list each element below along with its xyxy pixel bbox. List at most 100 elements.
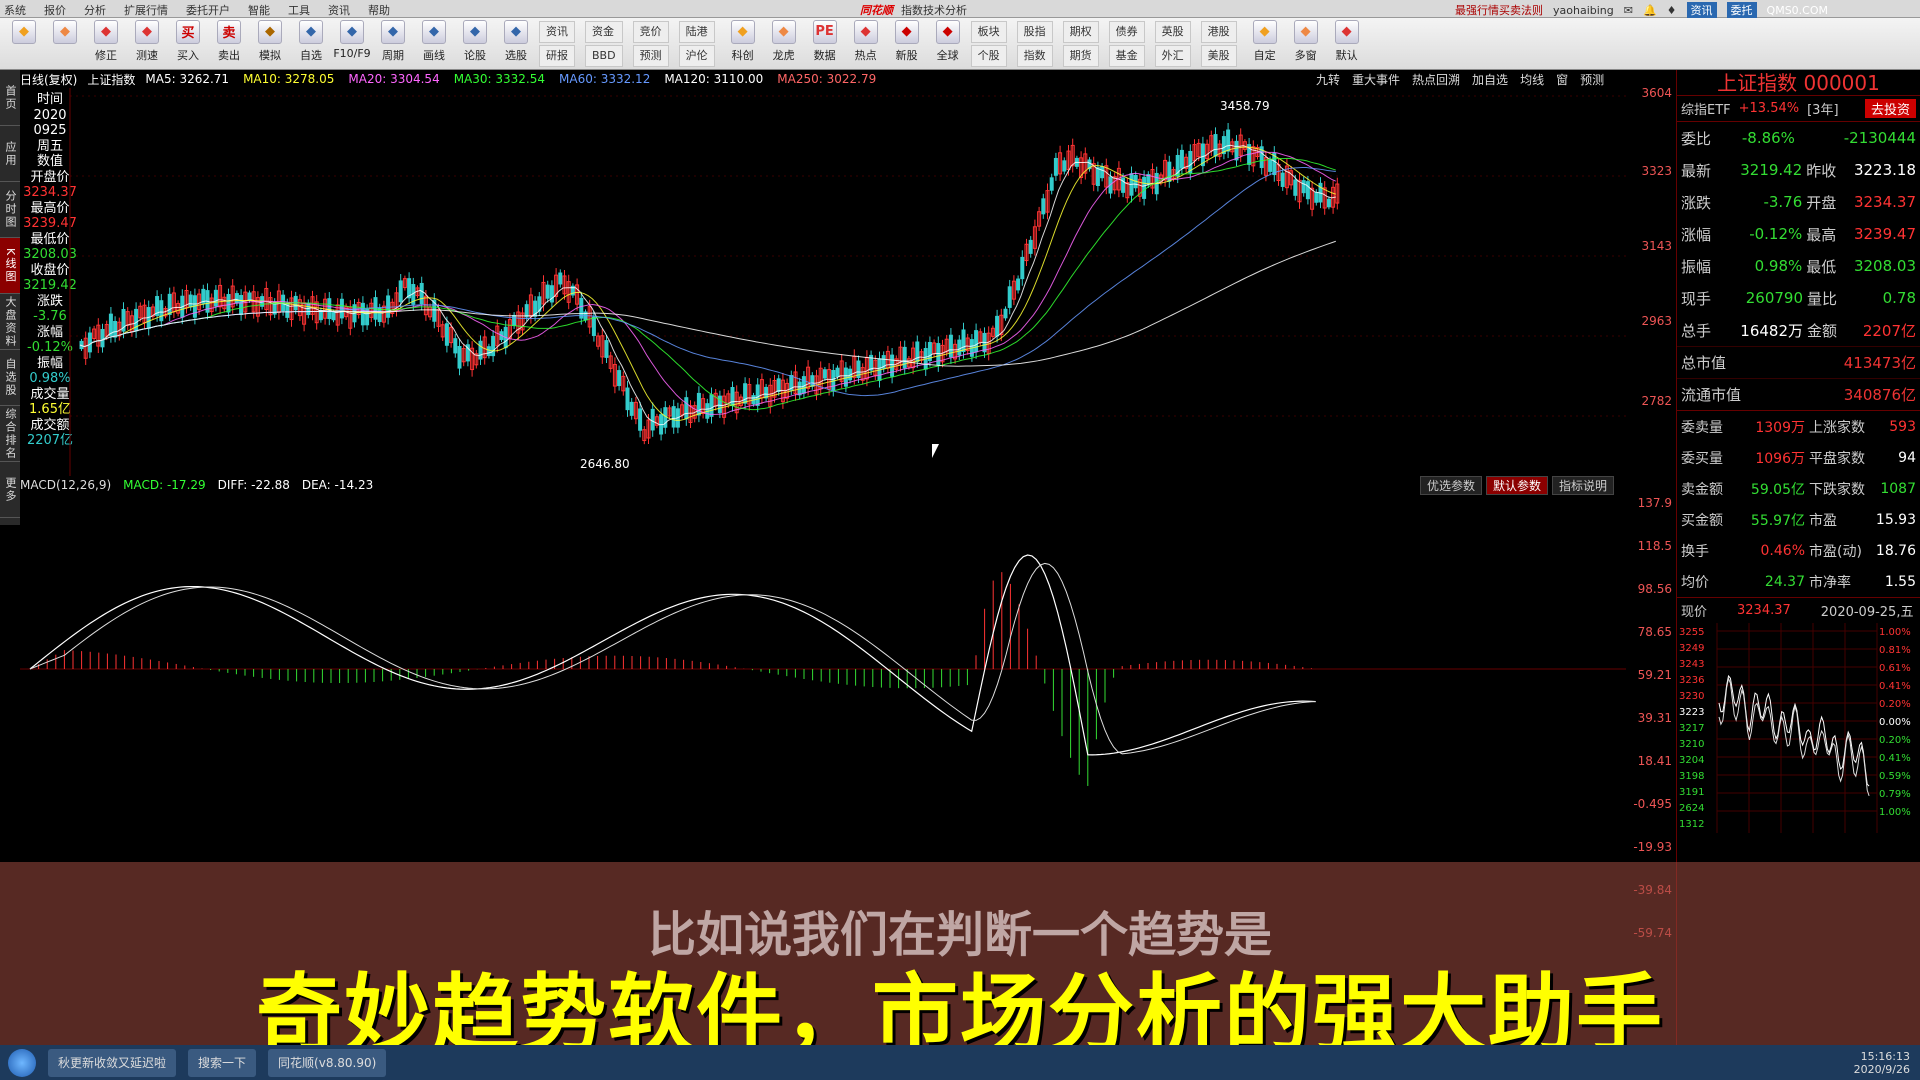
monitor-button[interactable]: ◆ 自选: [293, 19, 329, 68]
news-tag[interactable]: 资讯: [1686, 2, 1717, 18]
invest-button[interactable]: 去投资: [1864, 99, 1916, 118]
back-arrow-button[interactable]: ◆: [47, 19, 83, 68]
intraday-mini-chart[interactable]: 3255 3249 3243 3236 3230 3223 3217 3210 3204 3198…: [1677, 623, 1920, 833]
candle-body: [386, 295, 391, 318]
gift-icon[interactable]: ♦: [1667, 4, 1677, 17]
kline-chart[interactable]: 3458.79 2646.80: [20, 88, 1626, 476]
hammer-button[interactable]: ◆ 模拟: [252, 19, 288, 68]
menu-item-system[interactable]: 系统: [4, 2, 26, 18]
menu-item-account[interactable]: 委托开户: [186, 2, 230, 18]
chart-tool-1[interactable]: 重大事件: [1352, 71, 1400, 88]
toolbar-pair-button[interactable]: 期权: [1062, 20, 1099, 43]
toolbar-pair-button[interactable]: 债券: [1108, 20, 1145, 43]
quote-value-2: 3234.37: [1853, 193, 1916, 211]
clock-button[interactable]: ◆ 测速: [129, 19, 165, 68]
globe-button[interactable]: ◆ 全球: [930, 19, 966, 68]
toolbar-pair-button[interactable]: 股指: [1016, 20, 1053, 43]
indicator-help-button[interactable]: 指标说明: [1552, 476, 1615, 495]
price-axis-tick: 2963: [1641, 314, 1672, 328]
grid-button[interactable]: ◆: [6, 19, 42, 68]
buy-button[interactable]: 买买入: [170, 19, 206, 68]
menu-bar: 系统 报价 分析 扩展行情 委托开户 智能 工具 资讯 帮助: [4, 2, 390, 18]
price-axis-tick: 3604: [1641, 86, 1672, 100]
toolbar-pair-button[interactable]: 期货: [1062, 44, 1099, 67]
menu-item-quote[interactable]: 报价: [44, 2, 66, 18]
toolbar-pair-button[interactable]: BBD: [585, 44, 623, 67]
side-tab-4[interactable]: 大盘资料: [0, 294, 20, 350]
chart-tool-6[interactable]: 预测: [1580, 71, 1604, 88]
side-tab-7[interactable]: 更多: [0, 462, 20, 518]
toolbar-pair-button[interactable]: 板块: [970, 20, 1007, 43]
side-tab-5[interactable]: 自选股: [0, 350, 20, 406]
task-tonghuashun[interactable]: 同花顺(v8.80.90): [268, 1048, 387, 1077]
chart-tool-2[interactable]: 热点回溯: [1412, 71, 1460, 88]
sell-button[interactable]: 卖卖出: [211, 19, 247, 68]
f10-button[interactable]: ◆ F10/F9: [333, 19, 371, 68]
windows-button[interactable]: ◆ 多窗: [1288, 19, 1324, 68]
candle-body: [755, 384, 760, 406]
trade-tag[interactable]: 委托: [1726, 2, 1757, 18]
flame-button[interactable]: ◆ 热点: [848, 19, 884, 68]
toolbar-pair-button[interactable]: 预测: [632, 44, 669, 67]
new-label: 新股: [895, 48, 918, 62]
period-label[interactable]: 日线(复权): [20, 71, 77, 88]
menu-item-extended[interactable]: 扩展行情: [124, 2, 168, 18]
menu-item-help[interactable]: 帮助: [368, 2, 390, 18]
pen-button[interactable]: ◆ 画线: [416, 19, 452, 68]
pe-button[interactable]: PE 数据: [807, 19, 843, 68]
home-button[interactable]: ◆ 默认: [1329, 19, 1365, 68]
chart-tool-5[interactable]: 窗: [1556, 71, 1568, 88]
side-tab-1[interactable]: 应用: [0, 126, 20, 182]
promo-link[interactable]: 最强行情买卖法则: [1455, 2, 1543, 18]
menu-item-analysis[interactable]: 分析: [84, 2, 106, 18]
side-tab-0[interactable]: 首页: [0, 70, 20, 126]
stat-value: 59.05亿: [1750, 481, 1805, 498]
toolbar-pair-button[interactable]: 外汇: [1154, 44, 1191, 67]
toolbar-pair-button[interactable]: 指数: [1016, 44, 1053, 67]
mini-date: 2020-09-25,五: [1820, 605, 1914, 620]
toolbar-pair-button[interactable]: 美股: [1200, 44, 1237, 67]
search-button[interactable]: ◆ 选股: [498, 19, 534, 68]
toolbar-pair-button[interactable]: 英股: [1154, 20, 1191, 43]
task-search[interactable]: 搜索一下: [188, 1048, 257, 1077]
start-button[interactable]: [8, 1048, 36, 1077]
default-param-button[interactable]: 默认参数: [1486, 476, 1549, 495]
toolbar-pair-button[interactable]: 陆港: [678, 20, 715, 43]
optimal-param-button[interactable]: 优选参数: [1420, 476, 1483, 495]
macd-title[interactable]: MACD(12,26,9): [20, 478, 111, 492]
chart-tool-4[interactable]: 均线: [1520, 71, 1544, 88]
mini-axis-right-tick: 0.61%: [1879, 663, 1911, 674]
cycle-button[interactable]: ◆ 周期: [375, 19, 411, 68]
toolbar-pair-button[interactable]: 竞价: [632, 20, 669, 43]
up-down-button[interactable]: ◆ 修正: [88, 19, 124, 68]
f10-label: F10/F9: [333, 46, 371, 60]
macd-chart[interactable]: [20, 494, 1626, 878]
new-button[interactable]: ◆ 新股: [889, 19, 925, 68]
chip-button[interactable]: ◆ 科创: [725, 19, 761, 68]
toolbar-pair-button[interactable]: 研报: [539, 44, 575, 67]
toolbar-pair-button[interactable]: 个股: [970, 44, 1007, 67]
menu-item-news[interactable]: 资讯: [328, 2, 350, 18]
toolbar-pair-button[interactable]: 资讯: [539, 20, 575, 43]
toolbar-pair-button[interactable]: 资金: [585, 20, 623, 43]
chart-tools: 九转 重大事件 热点回溯 加自选 均线窗预测: [1316, 71, 1604, 88]
toolbar-pair-button[interactable]: 沪伦: [678, 44, 715, 67]
chart-tool-3[interactable]: 加自选: [1472, 71, 1508, 88]
toolbar-pair-button[interactable]: 基金: [1108, 44, 1145, 67]
side-tab-3[interactable]: K线图: [0, 238, 20, 294]
menu-item-smart[interactable]: 智能: [248, 2, 270, 18]
side-tab-6[interactable]: 综合排名: [0, 406, 20, 462]
system-clock[interactable]: 15:16:13 2020/9/26: [1854, 1050, 1910, 1076]
discuss-button[interactable]: ◆ 论股: [457, 19, 493, 68]
toolbar-pair-button[interactable]: 港股: [1200, 20, 1237, 43]
task-browser[interactable]: 秋更新收敛又延迟啦: [48, 1048, 177, 1077]
macd-axis-tick: 18.41: [1637, 754, 1672, 768]
quote-value: 16482万: [1740, 321, 1803, 340]
dragon-button[interactable]: ◆ 龙虎: [766, 19, 802, 68]
custom-button[interactable]: ◆ 自定: [1247, 19, 1283, 68]
side-tab-2[interactable]: 分时图: [0, 182, 20, 238]
bell-icon[interactable]: 🔔: [1643, 4, 1657, 17]
menu-item-tools[interactable]: 工具: [288, 2, 310, 18]
chart-tool-0[interactable]: 九转: [1316, 71, 1340, 88]
mail-icon[interactable]: ✉: [1624, 4, 1633, 17]
